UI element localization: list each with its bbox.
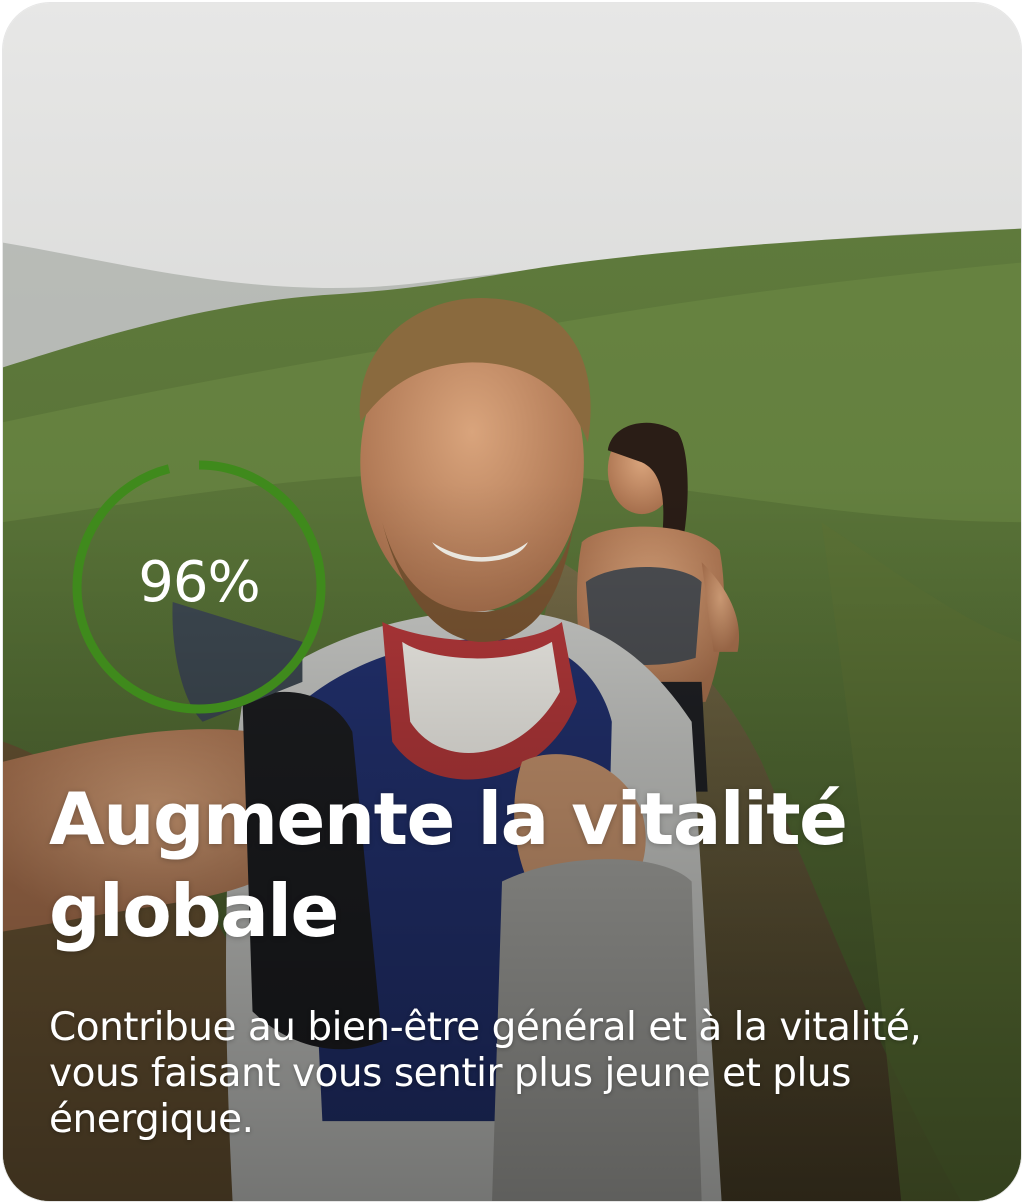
benefit-card[interactable]: 96% Augmente la vitalité globale Contrib… [2,2,1022,1202]
progress-ring: 96% [71,459,327,715]
card-title: Augmente la vitalité globale [49,777,848,953]
card-description: Contribue au bien-être général et à la v… [49,1005,922,1142]
progress-percentage: 96% [138,550,260,615]
